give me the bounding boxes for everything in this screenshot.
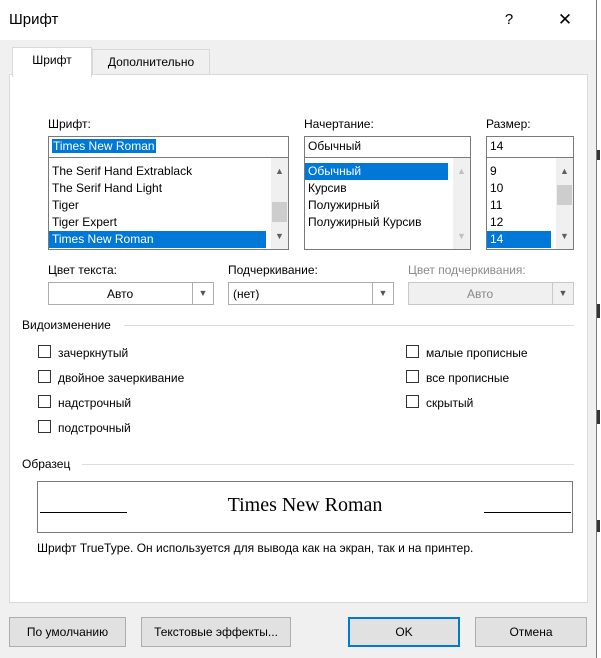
size-input[interactable]: 14: [486, 136, 574, 158]
style-list-scrollbar[interactable]: ▲ ▼: [453, 158, 470, 249]
strikethrough-checkbox[interactable]: [38, 345, 51, 358]
scroll-up-icon[interactable]: ▲: [271, 163, 288, 180]
preview-text: Times New Roman: [227, 494, 383, 516]
style-label: Начертание:: [304, 117, 374, 131]
subscript-checkbox[interactable]: [38, 420, 51, 433]
scroll-up-icon[interactable]: ▲: [556, 163, 573, 180]
preview-heading: Образец: [22, 457, 71, 471]
style-input[interactable]: Обычный: [304, 136, 471, 158]
underline-dropdown[interactable]: (нет) ▼: [228, 282, 394, 305]
all-caps-label[interactable]: все прописные: [426, 371, 509, 385]
scroll-up-icon[interactable]: ▲: [453, 163, 470, 180]
ok-button[interactable]: OK: [348, 617, 460, 647]
scroll-thumb[interactable]: [557, 185, 572, 205]
font-list-scrollbar[interactable]: ▲ ▼: [271, 158, 288, 249]
style-list-item[interactable]: Полужирный: [305, 197, 470, 214]
superscript-checkbox[interactable]: [38, 395, 51, 408]
double-strikethrough-checkbox[interactable]: [38, 370, 51, 383]
font-list-item-selected[interactable]: Times New Roman: [49, 231, 266, 248]
size-list-item-selected[interactable]: 14: [487, 231, 551, 248]
underline-value: (нет): [233, 287, 260, 301]
small-caps-checkbox[interactable]: [406, 345, 419, 358]
chevron-down-icon[interactable]: ▼: [552, 283, 573, 304]
chevron-down-icon[interactable]: ▼: [372, 283, 393, 304]
dialog-title: Шрифт: [9, 11, 59, 28]
size-list-scrollbar[interactable]: ▲ ▼: [556, 158, 573, 249]
divider: [124, 325, 574, 326]
help-button[interactable]: ?: [494, 8, 524, 32]
preview-note: Шрифт TrueType. Он используется для выво…: [37, 541, 474, 555]
font-dialog: Шрифт ? ✕ Шрифт Дополнительно Шрифт: Tim…: [0, 0, 597, 658]
scroll-down-icon[interactable]: ▼: [453, 228, 470, 245]
preview-line-right: [484, 512, 571, 513]
strikethrough-label[interactable]: зачеркнутый: [58, 346, 128, 360]
text-effects-button[interactable]: Текстовые эффекты...: [141, 617, 291, 647]
underline-color-label: Цвет подчеркивания:: [408, 263, 526, 277]
small-caps-label[interactable]: малые прописные: [426, 346, 528, 360]
style-list-item-selected[interactable]: Обычный: [305, 163, 448, 180]
double-strikethrough-label[interactable]: двойное зачеркивание: [58, 371, 184, 385]
background-window-edge: [597, 304, 600, 318]
size-list[interactable]: 9 10 11 12 14 ▲ ▼: [486, 158, 574, 250]
tab-advanced[interactable]: Дополнительно: [92, 49, 210, 75]
all-caps-checkbox[interactable]: [406, 370, 419, 383]
superscript-label[interactable]: надстрочный: [58, 396, 131, 410]
chevron-down-icon[interactable]: ▼: [192, 283, 213, 304]
style-list[interactable]: Обычный Курсив Полужирный Полужирный Кур…: [304, 158, 471, 250]
font-color-label: Цвет текста:: [48, 263, 118, 277]
style-list-item[interactable]: Курсив: [305, 180, 470, 197]
hidden-label[interactable]: скрытый: [426, 396, 473, 410]
font-list-item[interactable]: The Serif Hand Light: [49, 180, 288, 197]
font-label: Шрифт:: [48, 117, 91, 131]
scroll-down-icon[interactable]: ▼: [271, 228, 288, 245]
size-label: Размер:: [486, 117, 531, 131]
background-window-edge: [597, 520, 600, 532]
background-window-edge: [597, 410, 600, 424]
underline-label: Подчеркивание:: [228, 263, 318, 277]
font-list-item[interactable]: The Serif Hand Extrablack: [49, 163, 288, 180]
close-button[interactable]: ✕: [550, 8, 580, 32]
subscript-label[interactable]: подстрочный: [58, 421, 131, 435]
underline-color-value: Авто: [467, 287, 494, 301]
font-name-value: Times New Roman: [52, 139, 156, 153]
title-bar: Шрифт ? ✕: [0, 0, 596, 40]
cancel-button[interactable]: Отмена: [475, 617, 587, 647]
style-list-item[interactable]: Полужирный Курсив: [305, 214, 470, 231]
font-color-value: Авто: [107, 287, 134, 301]
effects-heading: Видоизменение: [22, 318, 111, 332]
scroll-thumb[interactable]: [272, 202, 287, 222]
set-default-button[interactable]: По умолчанию: [9, 617, 126, 647]
font-list-item[interactable]: Tiger: [49, 197, 288, 214]
tab-font[interactable]: Шрифт: [12, 47, 92, 77]
scroll-down-icon[interactable]: ▼: [556, 228, 573, 245]
background-window-edge: [597, 150, 600, 160]
hidden-checkbox[interactable]: [406, 395, 419, 408]
preview-box: Times New Roman: [37, 481, 573, 533]
underline-color-dropdown[interactable]: Авто ▼: [408, 282, 574, 305]
font-list[interactable]: The Serif Hand Extrablack The Serif Hand…: [48, 158, 289, 250]
font-color-dropdown[interactable]: Авто ▼: [48, 282, 214, 305]
font-list-item[interactable]: Tiger Expert: [49, 214, 288, 231]
divider: [82, 464, 574, 465]
font-name-input[interactable]: Times New Roman: [48, 136, 289, 158]
